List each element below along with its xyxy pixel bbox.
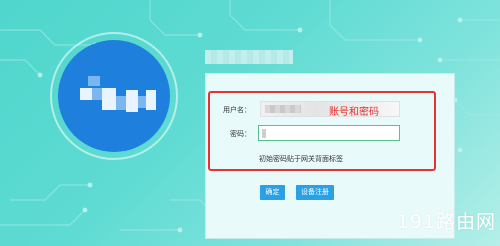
router-brand-logo-icon — [58, 40, 170, 152]
default-password-hint: 初始密码贴于网关背面标签 — [259, 155, 343, 163]
device-register-button[interactable]: 设备注册 — [296, 185, 334, 200]
brand-logo — [50, 32, 178, 160]
watermark: 191路由网 — [396, 211, 496, 233]
confirm-button[interactable]: 确定 — [260, 185, 285, 200]
site-title-blurred — [205, 50, 293, 64]
annotation-label: 账号和密码 — [329, 107, 379, 118]
